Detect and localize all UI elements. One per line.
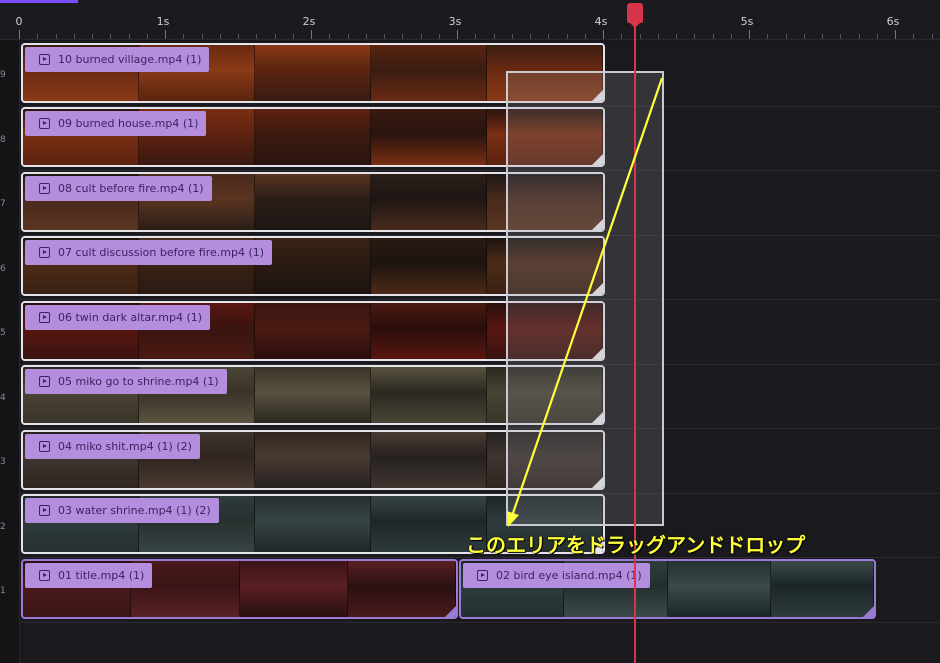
annotation-arrow-icon: [507, 77, 664, 527]
annotation-text: このエリアをドラッグアンドドロップ: [466, 533, 806, 557]
